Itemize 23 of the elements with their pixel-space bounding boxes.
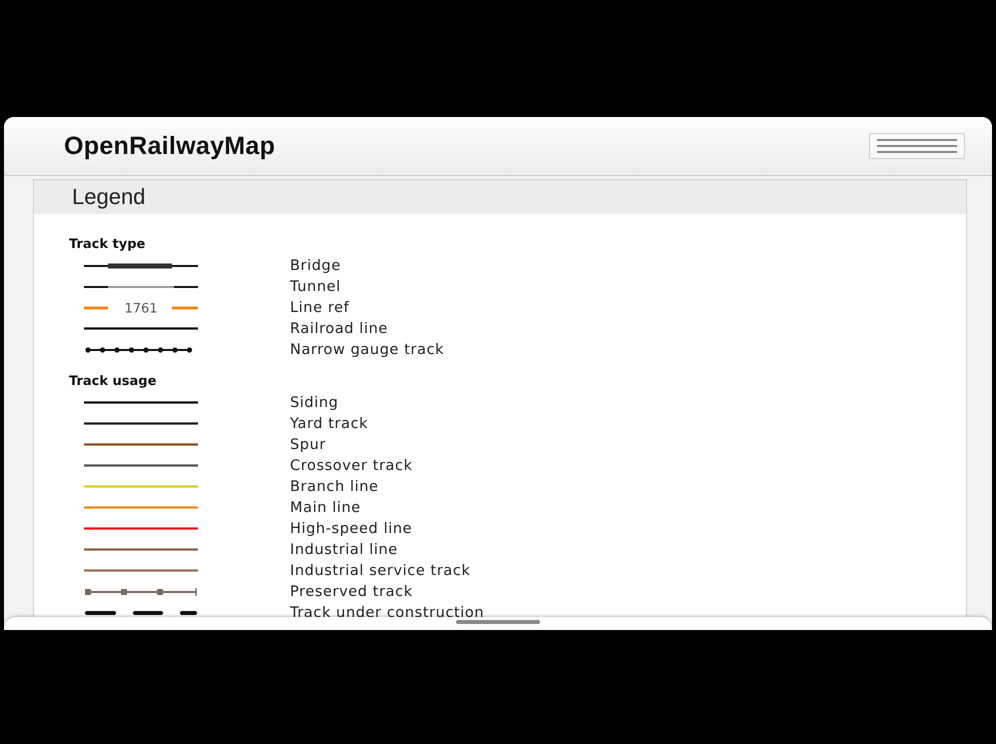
legend-label: Line ref (290, 300, 350, 316)
legend-label: Crossover track (290, 458, 413, 474)
legend-label: Industrial line (290, 542, 398, 558)
app-title: OpenRailwayMap (64, 132, 276, 160)
legend-label: Main line (290, 500, 361, 516)
legend-label: Tunnel (290, 278, 341, 294)
sheet-handle[interactable] (456, 620, 540, 624)
legend-label: Branch line (290, 478, 379, 494)
legend-label: High-speed line (290, 520, 412, 536)
legend-label: Yard track (290, 416, 368, 432)
legend-label: Bridge (290, 258, 341, 274)
legend-label: Track under construction (290, 604, 484, 620)
section-heading: Track usage (69, 373, 158, 391)
section-heading: Track type (69, 236, 146, 254)
legend-label: Siding (290, 394, 338, 410)
legend-title: Legend (72, 184, 146, 210)
legend-label: Industrial service track (290, 562, 470, 578)
legend-label: Preserved track (290, 584, 413, 600)
legend-label: Narrow gauge track (290, 342, 444, 358)
menu-button[interactable] (869, 133, 965, 159)
legend-label: Railroad line (290, 320, 388, 336)
menu-icon (877, 138, 957, 154)
legend-label: Spur (290, 436, 326, 452)
